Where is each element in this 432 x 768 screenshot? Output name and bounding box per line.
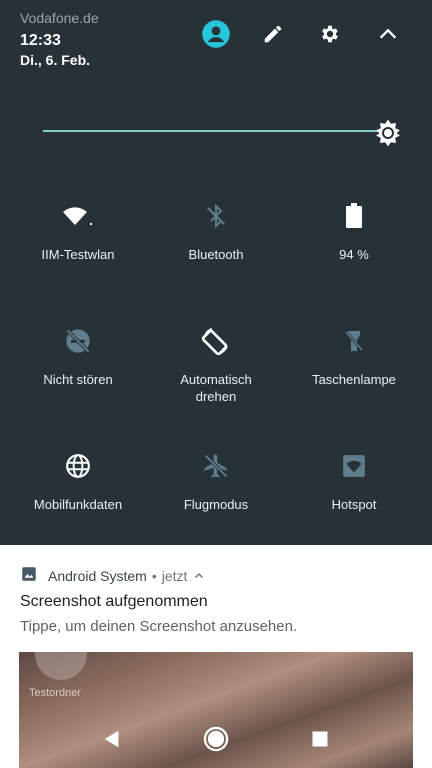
do-not-disturb-off-icon bbox=[8, 323, 148, 359]
hotspot-icon bbox=[284, 448, 424, 484]
notification-title: Screenshot aufgenommen bbox=[20, 593, 208, 610]
notification-separator: • bbox=[151, 567, 157, 584]
carrier-name: Vodafone.de bbox=[20, 10, 99, 26]
tile-hotspot[interactable]: Hotspot bbox=[284, 448, 424, 513]
home-icon[interactable] bbox=[196, 719, 236, 759]
collapse-icon[interactable] bbox=[372, 18, 404, 50]
brightness-icon[interactable] bbox=[370, 115, 406, 151]
image-icon bbox=[20, 565, 38, 586]
tile-battery[interactable]: 94 % bbox=[284, 198, 424, 263]
tile-do-not-disturb[interactable]: Nicht stören bbox=[8, 323, 148, 388]
account-icon[interactable] bbox=[200, 18, 232, 50]
brightness-slider[interactable] bbox=[43, 130, 378, 132]
quick-settings-panel: Vodafone.de 12:33 Di., 6. Feb. IIM-Testw… bbox=[0, 0, 432, 545]
notification-header: Android System • jetzt bbox=[20, 565, 205, 586]
date[interactable]: Di., 6. Feb. bbox=[20, 52, 90, 68]
tile-label: Flugmodus bbox=[183, 497, 249, 512]
edit-icon[interactable] bbox=[257, 18, 289, 50]
clock[interactable]: 12:33 bbox=[20, 32, 61, 50]
tile-label: 94 % bbox=[339, 247, 369, 262]
tile-wifi[interactable]: IIM-Testwlan bbox=[8, 198, 148, 263]
notification-time: jetzt bbox=[161, 567, 188, 584]
folder-icon bbox=[35, 652, 87, 680]
tile-bluetooth[interactable]: Bluetooth bbox=[146, 198, 286, 263]
globe-icon bbox=[8, 448, 148, 484]
airplane-off-icon bbox=[146, 448, 286, 484]
tile-label: Automatisch drehen bbox=[180, 372, 252, 404]
wifi-icon bbox=[8, 198, 148, 234]
bluetooth-off-icon bbox=[146, 198, 286, 234]
tile-label: Hotspot bbox=[331, 497, 377, 512]
auto-rotate-icon bbox=[146, 323, 286, 359]
recents-icon[interactable] bbox=[300, 719, 340, 759]
back-icon[interactable] bbox=[92, 719, 132, 759]
battery-icon bbox=[284, 198, 424, 234]
tile-label: Nicht stören bbox=[43, 372, 113, 387]
tile-flashlight[interactable]: Taschenlampe bbox=[284, 323, 424, 388]
tile-label: Bluetooth bbox=[188, 247, 244, 262]
tile-label: IIM-Testwlan bbox=[41, 247, 115, 262]
settings-icon[interactable] bbox=[314, 18, 346, 50]
notification-app-name: Android System bbox=[48, 567, 147, 584]
tile-airplane-mode[interactable]: Flugmodus bbox=[146, 448, 286, 513]
tile-label: Taschenlampe bbox=[312, 372, 396, 387]
notification-text: Tippe, um deinen Screenshot anzusehen. bbox=[20, 618, 298, 635]
chevron-up-icon[interactable] bbox=[193, 570, 205, 582]
preview-label: Testordner bbox=[29, 687, 81, 699]
flashlight-off-icon bbox=[284, 323, 424, 359]
tile-mobile-data[interactable]: Mobilfunkdaten bbox=[8, 448, 148, 513]
tile-auto-rotate[interactable]: Automatisch drehen bbox=[146, 323, 286, 405]
navigation-bar bbox=[0, 710, 432, 768]
tile-label: Mobilfunkdaten bbox=[33, 497, 123, 512]
